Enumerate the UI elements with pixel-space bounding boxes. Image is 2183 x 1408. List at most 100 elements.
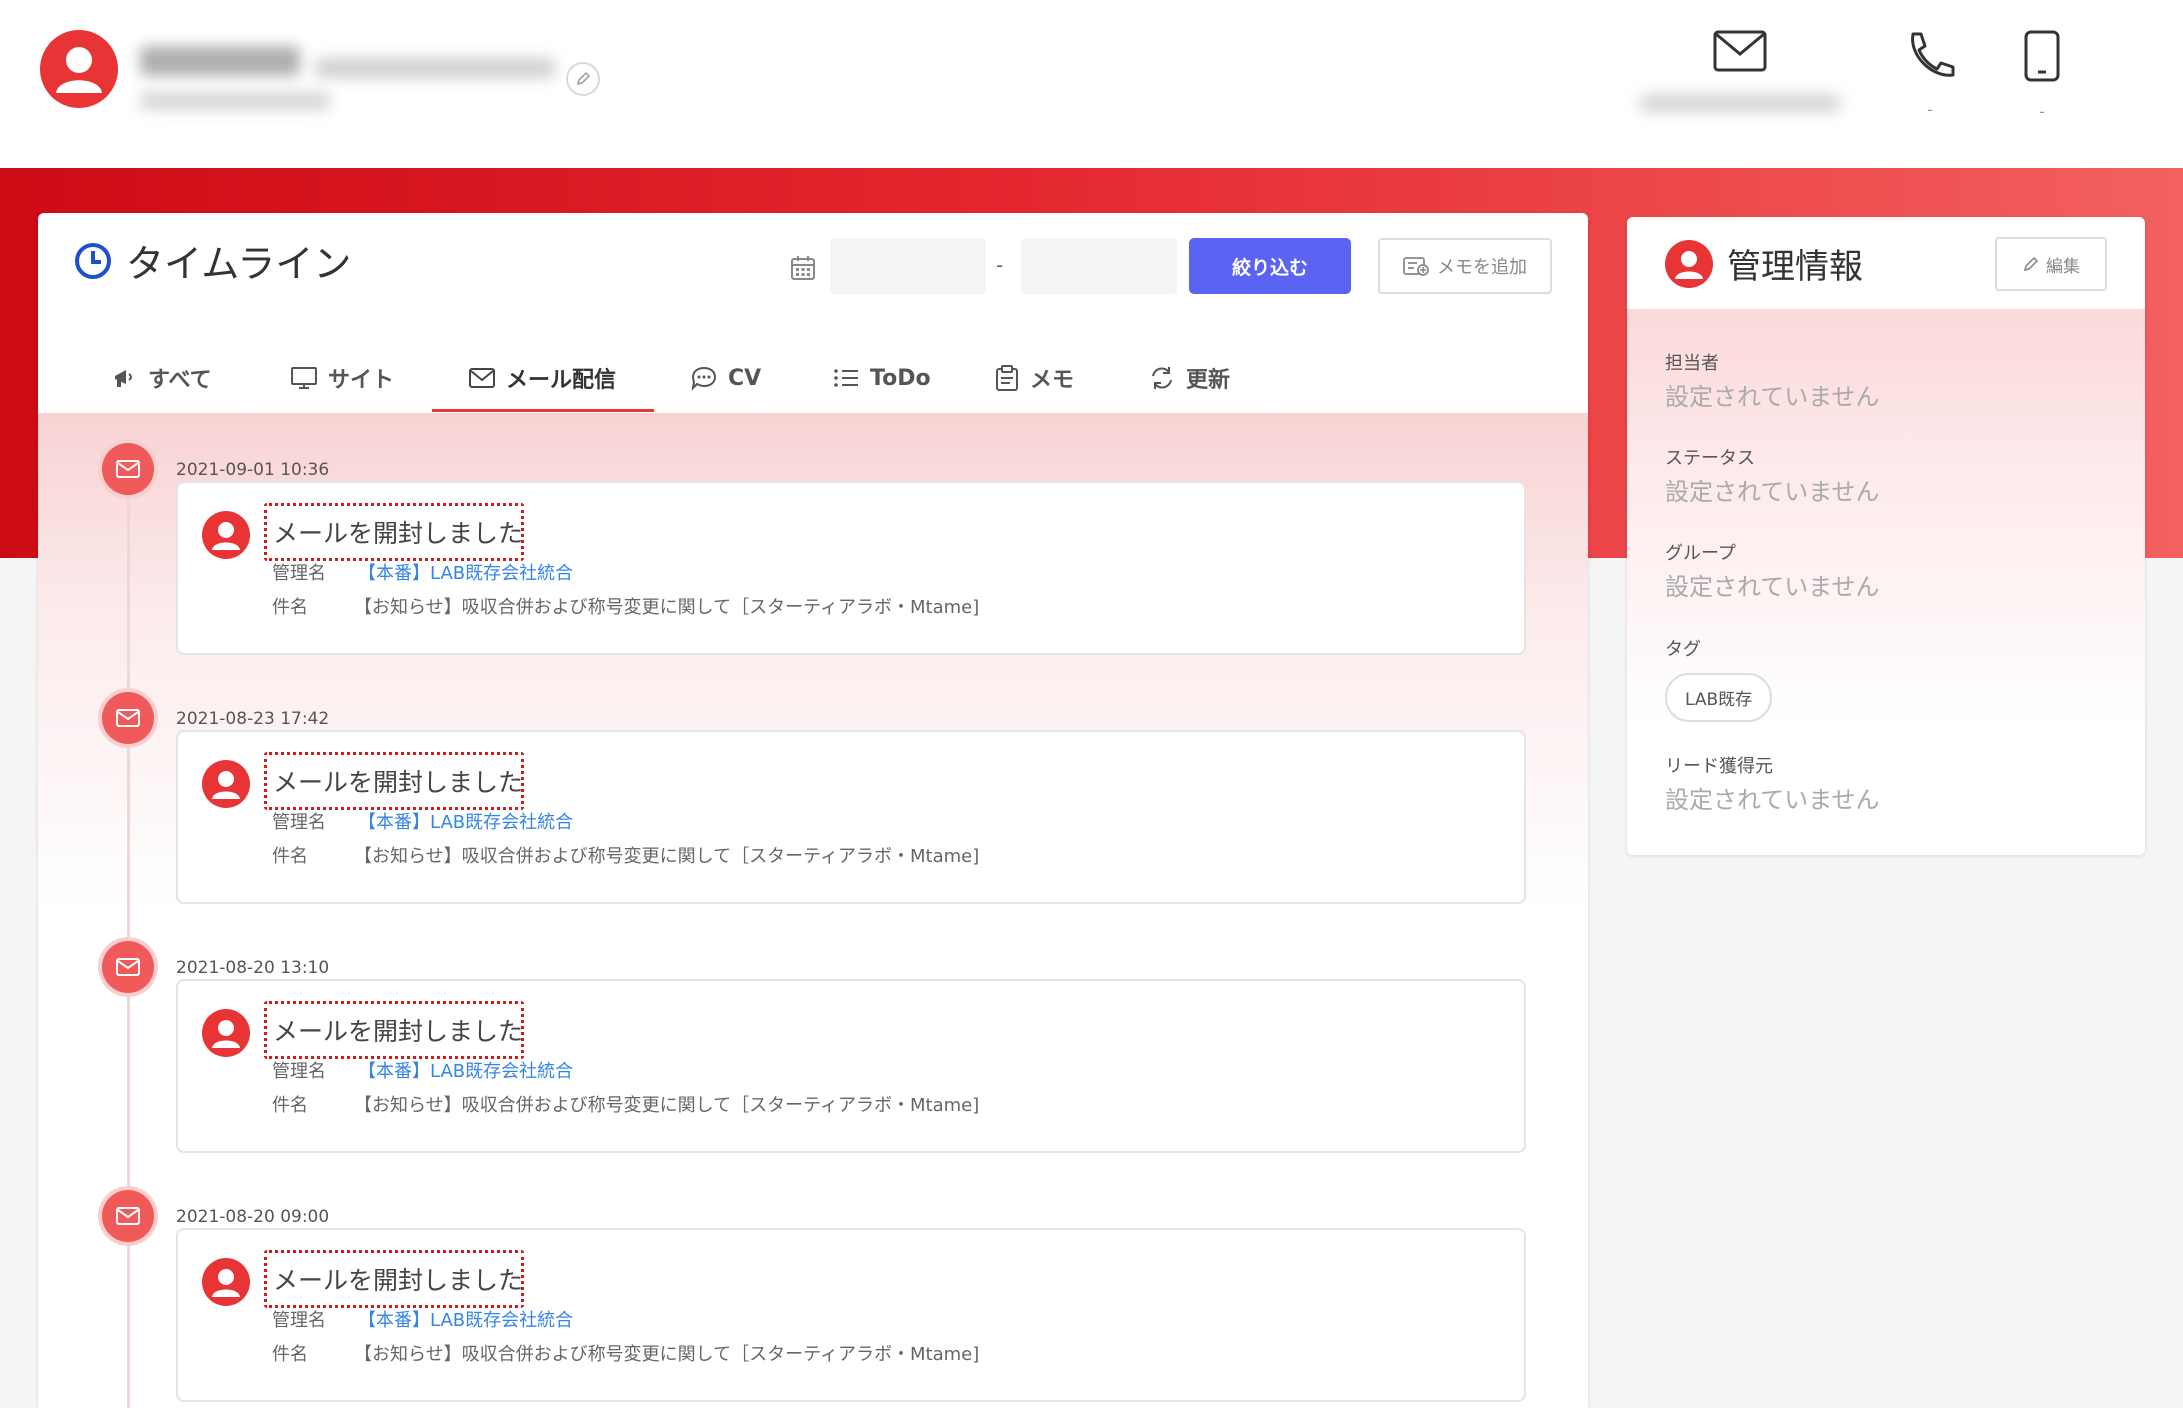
field-value: 設定されていません bbox=[1665, 786, 1880, 814]
contact-mobile[interactable]: - bbox=[2023, 30, 2061, 122]
subject-label: 件名 bbox=[272, 1095, 308, 1116]
refresh-icon bbox=[1152, 367, 1172, 389]
timeline-entry-card[interactable]: メールを開封しました 管理名 【本番】LAB既存会社統合 件名 【お知らせ】吸収合併… bbox=[176, 1228, 1526, 1402]
subject-value: 【お知らせ】吸収合併および称号変更に関して［スターティアラボ・Mtame] bbox=[354, 1344, 980, 1365]
tab-site-label: サイト bbox=[328, 368, 395, 393]
contact-phone[interactable]: - bbox=[1903, 30, 1957, 120]
mgmt-link[interactable]: 【本番】LAB既存会社統合 bbox=[358, 1306, 573, 1332]
tab-site[interactable]: サイト bbox=[290, 343, 394, 413]
management-info-title-text: 管理情報 bbox=[1727, 247, 1863, 287]
field-label: グループ bbox=[1665, 543, 1736, 564]
phone-value: - bbox=[1927, 100, 1933, 119]
field-lead-source: リード獲得元 設定されていません bbox=[1665, 752, 1880, 815]
add-memo-label: メモを追加 bbox=[1437, 257, 1527, 277]
management-info-title: 管理情報 bbox=[1665, 239, 1863, 288]
field-label: ステータス bbox=[1665, 448, 1755, 469]
entry-title: メールを開封しました bbox=[264, 1001, 524, 1059]
tab-update-label: 更新 bbox=[1186, 368, 1231, 393]
tab-mail[interactable]: メール配信 bbox=[468, 343, 616, 413]
field-tag: タグ LAB既存 bbox=[1665, 635, 1773, 722]
pencil-icon bbox=[576, 71, 591, 86]
filter-button[interactable]: 絞り込む bbox=[1189, 238, 1351, 294]
date-to-input[interactable] bbox=[1021, 238, 1177, 294]
field-label: タグ bbox=[1665, 639, 1701, 660]
mail-icon bbox=[116, 460, 140, 478]
tab-all[interactable]: すべて bbox=[112, 343, 212, 413]
entry-subject-row: 件名 【お知らせ】吸収合併および称号変更に関して［スターティアラボ・Mtame] bbox=[272, 1091, 979, 1117]
profile-header: - - bbox=[0, 0, 2183, 168]
edit-label: 編集 bbox=[2046, 256, 2080, 276]
field-label: リード獲得元 bbox=[1665, 756, 1773, 777]
subject-label: 件名 bbox=[272, 1344, 308, 1365]
entry-timestamp: 2021-08-20 13:10 bbox=[176, 958, 330, 978]
mgmt-link[interactable]: 【本番】LAB既存会社統合 bbox=[358, 559, 573, 585]
management-info-body: 担当者 設定されていません ステータス 設定されていません グループ 設定されて… bbox=[1627, 309, 2145, 855]
tab-memo[interactable]: メモ bbox=[994, 343, 1074, 413]
edit-management-button[interactable]: 編集 bbox=[1995, 237, 2107, 291]
entry-mgmt-row: 管理名 【本番】LAB既存会社統合 bbox=[272, 1306, 573, 1332]
field-assignee: 担当者 設定されていません bbox=[1665, 349, 1880, 412]
mail-event-icon bbox=[102, 1190, 154, 1242]
tag-pill[interactable]: LAB既存 bbox=[1665, 673, 1773, 722]
mgmt-link[interactable]: 【本番】LAB既存会社統合 bbox=[358, 1057, 573, 1083]
management-info-panel: 管理情報 編集 担当者 設定されていません ステータス 設定されていません グル… bbox=[1627, 217, 2145, 855]
user-avatar-icon bbox=[202, 760, 250, 808]
entry-title: メールを開封しました bbox=[264, 1250, 524, 1308]
subject-value: 【お知らせ】吸収合併および称号変更に関して［スターティアラボ・Mtame] bbox=[354, 597, 980, 618]
subject-value: 【お知らせ】吸収合併および称号変更に関して［スターティアラボ・Mtame] bbox=[354, 846, 980, 867]
mgmt-label: 管理名 bbox=[272, 1310, 326, 1331]
clock-icon bbox=[75, 242, 111, 279]
calendar-icon[interactable] bbox=[790, 255, 816, 281]
mgmt-label: 管理名 bbox=[272, 563, 326, 584]
mail-icon bbox=[116, 1207, 140, 1225]
entry-subject-row: 件名 【お知らせ】吸収合併および称号変更に関して［スターティアラボ・Mtame] bbox=[272, 842, 979, 868]
mail-event-icon bbox=[102, 692, 154, 744]
mgmt-link[interactable]: 【本番】LAB既存会社統合 bbox=[358, 808, 573, 834]
user-avatar-icon bbox=[202, 1258, 250, 1306]
field-value: 設定されていません bbox=[1665, 573, 1880, 601]
field-group: グループ 設定されていません bbox=[1665, 539, 1880, 602]
timeline-panel: タイムライン - 絞り込む メモを追加 すべて サイト メール配信 CV ToD… bbox=[38, 213, 1588, 1408]
user-avatar-icon bbox=[1665, 239, 1713, 288]
user-avatar-icon bbox=[202, 511, 250, 559]
date-from-input[interactable] bbox=[830, 238, 986, 294]
entry-subject-row: 件名 【お知らせ】吸収合併および称号変更に関して［スターティアラボ・Mtame] bbox=[272, 593, 979, 619]
subject-label: 件名 bbox=[272, 597, 308, 618]
mail-icon bbox=[116, 958, 140, 976]
contact-email[interactable] bbox=[1640, 30, 1840, 112]
monitor-icon bbox=[291, 367, 317, 389]
tab-update[interactable]: 更新 bbox=[1148, 343, 1230, 413]
list-icon bbox=[834, 369, 858, 387]
timeline-title: タイムライン bbox=[126, 242, 352, 286]
entry-timestamp: 2021-08-20 09:00 bbox=[176, 1207, 330, 1227]
timeline-entry-card[interactable]: メールを開封しました 管理名 【本番】LAB既存会社統合 件名 【お知らせ】吸収合併… bbox=[176, 979, 1526, 1153]
mail-icon bbox=[116, 709, 140, 727]
mail-icon bbox=[1713, 30, 1767, 72]
management-info-header: 管理情報 編集 bbox=[1627, 217, 2145, 309]
phone-icon bbox=[1911, 32, 1955, 77]
tab-todo[interactable]: ToDo bbox=[832, 343, 931, 413]
email-address-redacted bbox=[1640, 94, 1840, 112]
tab-cv[interactable]: CV bbox=[690, 343, 761, 413]
timeline-entry-card[interactable]: メールを開封しました 管理名 【本番】LAB既存会社統合 件名 【お知らせ】吸収合併… bbox=[176, 481, 1526, 655]
entry-title: メールを開封しました bbox=[264, 752, 524, 810]
timeline-tabs: すべて サイト メール配信 CV ToDo メモ 更新 bbox=[38, 343, 1588, 413]
date-separator: - bbox=[996, 253, 1004, 277]
mgmt-label: 管理名 bbox=[272, 812, 326, 833]
field-status: ステータス 設定されていません bbox=[1665, 444, 1880, 507]
company-name-redacted bbox=[140, 92, 330, 110]
mgmt-label: 管理名 bbox=[272, 1061, 326, 1082]
mobile-icon bbox=[2024, 30, 2060, 82]
subject-label: 件名 bbox=[272, 846, 308, 867]
edit-name-button[interactable] bbox=[566, 62, 600, 96]
tab-cv-label: CV bbox=[728, 365, 762, 391]
contact-name-redacted bbox=[140, 46, 300, 76]
bullhorn-icon bbox=[115, 370, 132, 387]
memo-add-icon bbox=[1403, 257, 1429, 276]
field-label: 担当者 bbox=[1665, 353, 1719, 374]
entry-mgmt-row: 管理名 【本番】LAB既存会社統合 bbox=[272, 1057, 573, 1083]
timeline-entry-card[interactable]: メールを開封しました 管理名 【本番】LAB既存会社統合 件名 【お知らせ】吸収合併… bbox=[176, 730, 1526, 904]
mobile-value: - bbox=[2039, 102, 2045, 121]
user-avatar-icon bbox=[202, 1009, 250, 1057]
add-memo-button[interactable]: メモを追加 bbox=[1378, 238, 1552, 294]
